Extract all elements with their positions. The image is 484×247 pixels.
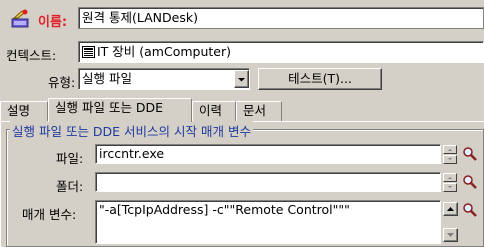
test-button[interactable]: 테스트(T)... — [258, 68, 382, 90]
params-scroll-up[interactable] — [443, 202, 458, 216]
type-dropdown-button[interactable] — [234, 70, 249, 88]
tab-description[interactable]: 설명 — [0, 101, 48, 121]
params-field[interactable]: "-a[TcpIpAddress] -c""Remote Control""" — [95, 200, 441, 244]
folder-label: 폴더: — [56, 179, 84, 194]
file-field[interactable]: irccntr.exe — [95, 144, 441, 164]
group-title: 실행 파일 또는 DDE 서비스의 시작 매개 변수 — [10, 121, 253, 140]
tab-documents-label: 문서 — [243, 103, 267, 118]
params-label: 매개 변수: — [22, 207, 77, 222]
file-scroll-up[interactable] — [443, 145, 457, 154]
type-label: 유형: — [48, 75, 76, 90]
action-icon — [10, 8, 32, 30]
folder-field[interactable] — [95, 172, 441, 192]
name-label: 이름: — [38, 15, 68, 30]
folder-scroll-down[interactable] — [443, 183, 457, 192]
computer-icon — [82, 45, 95, 62]
file-zoom-icon[interactable] — [462, 146, 478, 162]
tab-executable-dde[interactable]: 실행 파일 또는 DDE — [48, 98, 192, 122]
tab-description-label: 설명 — [7, 103, 31, 118]
context-label: 컨텍스트: — [6, 48, 57, 63]
tab-documents[interactable]: 문서 — [236, 101, 282, 121]
tab-history[interactable]: 이력 — [192, 101, 236, 121]
params-value: "-a[TcpIpAddress] -c""Remote Control""" — [99, 202, 350, 217]
tab-history-label: 이력 — [199, 103, 223, 118]
params-scroll-down[interactable] — [443, 228, 458, 242]
folder-zoom-icon[interactable] — [462, 174, 478, 190]
tab-executable-dde-label: 실행 파일 또는 DDE — [55, 100, 164, 115]
folder-scroll-up[interactable] — [443, 173, 457, 182]
file-scroll-down[interactable] — [443, 155, 457, 164]
file-label: 파일: — [56, 151, 84, 166]
chevron-down-icon — [238, 78, 245, 82]
type-value: 실행 파일 — [82, 71, 132, 86]
params-zoom-icon[interactable] — [462, 202, 478, 218]
name-field[interactable]: 원격 통제(LANDesk) — [78, 7, 484, 29]
context-field[interactable]: IT 장비 (amComputer) — [78, 41, 484, 63]
type-select[interactable]: 실행 파일 — [78, 68, 250, 90]
context-value: IT 장비 (amComputer) — [97, 44, 231, 59]
test-button-label: 테스트(T)... — [288, 71, 352, 86]
file-value: irccntr.exe — [99, 146, 165, 161]
